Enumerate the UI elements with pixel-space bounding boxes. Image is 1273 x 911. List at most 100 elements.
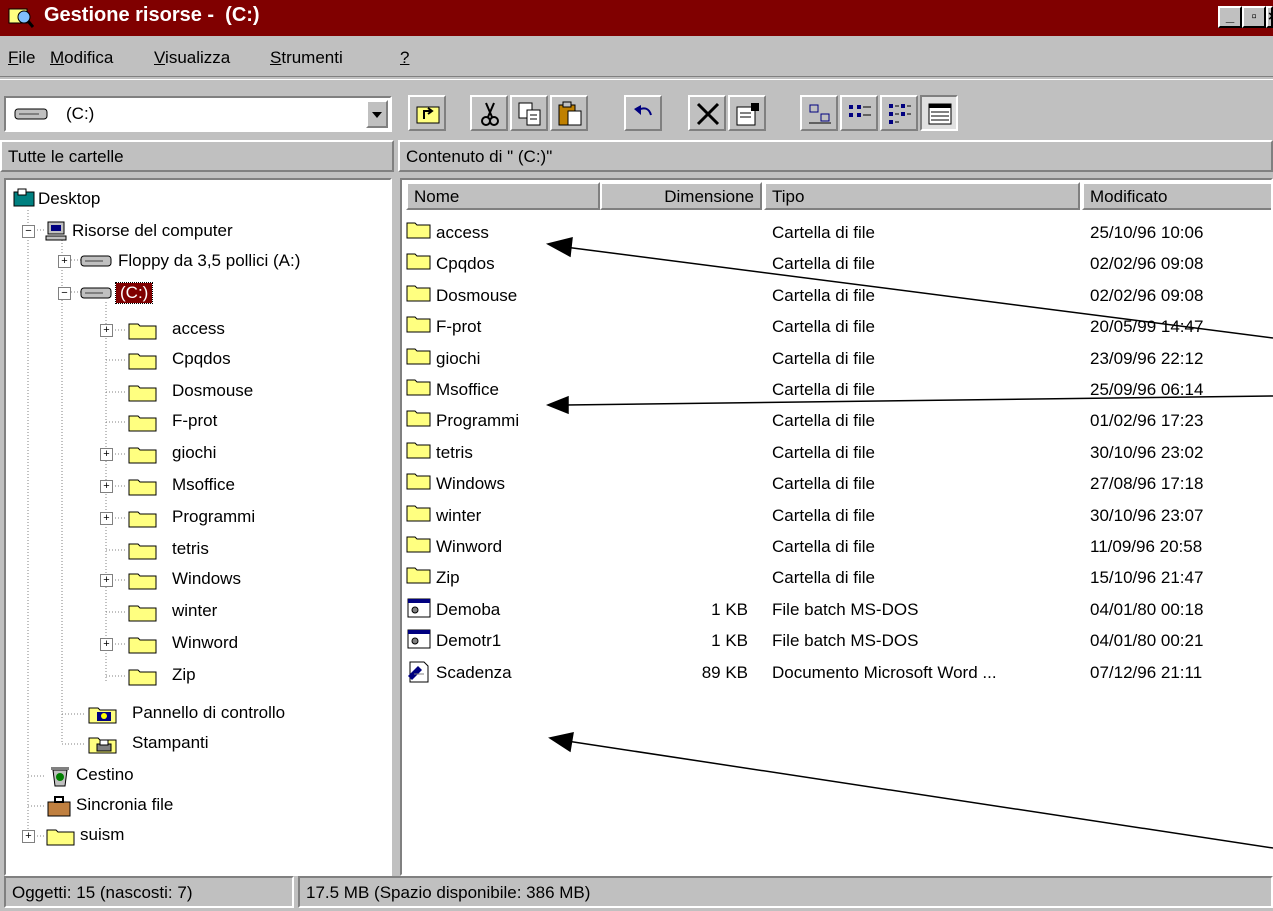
word-document-icon xyxy=(406,660,432,689)
file-row[interactable]: giochi Cartella di file 23/09/96 22:12 xyxy=(402,344,1271,372)
menu-visualizza[interactable]: Visualizza xyxy=(154,48,230,68)
file-row[interactable]: Programmi Cartella di file 01/02/96 17:23 xyxy=(402,406,1271,434)
list-view-button[interactable] xyxy=(880,95,918,131)
undo-button[interactable] xyxy=(624,95,662,131)
expand-icon[interactable]: + xyxy=(100,480,113,493)
collapse-icon[interactable]: − xyxy=(58,287,71,300)
folder-icon xyxy=(128,447,157,464)
file-type: Cartella di file xyxy=(772,474,875,494)
combo-dropdown-button[interactable] xyxy=(366,100,388,128)
file-name: tetris xyxy=(436,442,473,462)
file-row[interactable]: Winword Cartella di file 11/09/96 20:58 xyxy=(402,532,1271,560)
folder-icon xyxy=(406,471,432,496)
file-row[interactable]: winter Cartella di file 30/10/96 23:07 xyxy=(402,501,1271,529)
menu-modifica[interactable]: Modifica xyxy=(50,48,113,68)
cut-button[interactable] xyxy=(470,95,508,131)
expand-icon[interactable]: + xyxy=(100,448,113,461)
status-space: 17.5 MB (Spazio disponibile: 386 MB) xyxy=(298,876,1273,908)
folder-icon xyxy=(128,385,157,402)
file-modified: 30/10/96 23:02 xyxy=(1090,442,1204,462)
file-type: Cartella di file xyxy=(772,442,875,462)
file-type: File batch MS-DOS xyxy=(772,599,919,619)
file-row[interactable]: Demotr1 1 KB File batch MS-DOS 04/01/80 00:… xyxy=(402,626,1271,655)
file-row[interactable]: tetris Cartella di file 30/10/96 23:02 xyxy=(402,438,1271,466)
file-modified: 04/01/80 00:18 xyxy=(1090,599,1204,619)
delete-button[interactable] xyxy=(688,95,726,131)
folder-tree[interactable]: Desktop − Risorse del computer + Floppy … xyxy=(4,178,392,876)
hard-drive-icon xyxy=(14,108,48,120)
control-panel-icon xyxy=(88,707,117,724)
details-view-icon xyxy=(928,103,952,125)
drive-combo-value: (C:) xyxy=(66,104,95,123)
file-row[interactable]: Scadenza 89 KB Documento Microsoft Word ..… xyxy=(402,658,1271,689)
up-folder-icon xyxy=(416,106,440,124)
close-button[interactable]: × xyxy=(1266,6,1273,28)
file-modified: 04/01/80 00:21 xyxy=(1090,631,1204,651)
file-modified: 07/12/96 21:11 xyxy=(1090,662,1203,682)
paste-button[interactable] xyxy=(550,95,588,131)
file-row[interactable]: Zip Cartella di file 15/10/96 21:47 xyxy=(402,563,1271,591)
file-row[interactable]: Demoba 1 KB File batch MS-DOS 04/01/80 00:1… xyxy=(402,595,1271,623)
file-modified: 23/09/96 22:12 xyxy=(1090,348,1204,368)
large-icons-icon xyxy=(809,104,831,124)
title-bar[interactable]: Gestione risorse - (C:) _ ▫ × xyxy=(0,0,1273,36)
printers-icon xyxy=(88,737,117,754)
small-icons-view-button[interactable] xyxy=(840,95,878,131)
folder-icon xyxy=(406,283,432,308)
file-type: Cartella di file xyxy=(772,537,875,556)
collapse-icon[interactable]: − xyxy=(22,225,35,238)
floppy-drive-icon xyxy=(80,255,112,267)
file-type: Cartella di file xyxy=(772,317,875,337)
minimize-button[interactable]: _ xyxy=(1218,6,1242,28)
file-row[interactable]: F-prot Cartella di file 20/05/99 14:47 xyxy=(402,312,1271,340)
window-title: Gestione risorse - (C:) xyxy=(44,4,260,26)
file-row[interactable]: Windows Cartella di file 27/08/96 17:18 xyxy=(402,469,1271,497)
folder-icon xyxy=(128,511,157,528)
folder-icon xyxy=(128,573,157,590)
batch-file-icon xyxy=(406,628,432,655)
file-type: Cartella di file xyxy=(772,568,875,588)
expand-icon[interactable]: + xyxy=(100,324,113,337)
file-size: 89 KB xyxy=(701,662,748,682)
expand-icon[interactable]: + xyxy=(100,512,113,525)
tree-selected-label: (C:) xyxy=(114,282,154,304)
expand-icon[interactable]: + xyxy=(100,574,113,587)
details-view-button[interactable] xyxy=(920,95,958,131)
computer-icon xyxy=(45,221,67,241)
drive-combo[interactable]: (C:) xyxy=(4,96,392,132)
menu-strumenti[interactable]: Strumenti xyxy=(270,48,343,68)
column-header-size[interactable]: Dimensione xyxy=(600,182,762,210)
file-type: Documento Microsoft Word ... xyxy=(772,662,997,682)
file-row[interactable]: access Cartella di file 25/10/96 10:06 xyxy=(402,218,1271,246)
expand-icon[interactable]: + xyxy=(22,830,35,843)
file-name: Programmi xyxy=(436,411,520,431)
expand-icon[interactable]: + xyxy=(100,638,113,651)
large-icons-view-button[interactable] xyxy=(800,95,838,131)
folder-icon xyxy=(406,440,432,465)
copy-icon xyxy=(518,102,541,126)
file-list[interactable]: Nome Dimensione Tipo Modificato access Ca… xyxy=(400,178,1273,876)
folder-icon xyxy=(128,415,157,432)
properties-button[interactable] xyxy=(728,95,766,131)
file-type: Cartella di file xyxy=(772,380,875,399)
list-view-icon xyxy=(889,104,911,124)
folder-icon xyxy=(128,637,157,654)
file-name: giochi xyxy=(436,348,481,368)
file-size: 1 KB xyxy=(711,631,748,651)
column-header-type[interactable]: Tipo xyxy=(764,182,1080,210)
contents-panel-header: Contenuto di " (C:)" xyxy=(398,140,1273,172)
file-modified: 02/02/96 09:08 xyxy=(1090,285,1204,305)
file-row[interactable]: Msoffice Cartella di file 25/09/96 06:14 xyxy=(402,375,1271,403)
file-row[interactable]: Cpqdos Cartella di file 02/02/96 09:08 xyxy=(402,249,1271,277)
maximize-button[interactable]: ▫ xyxy=(1242,6,1266,28)
column-header-name[interactable]: Nome xyxy=(406,182,600,210)
column-header-modified[interactable]: Modificato xyxy=(1082,182,1271,210)
expand-icon[interactable]: + xyxy=(58,255,71,268)
menu-help[interactable]: ? xyxy=(400,48,409,68)
copy-button[interactable] xyxy=(510,95,548,131)
file-type: Cartella di file xyxy=(772,285,875,305)
file-row[interactable]: Dosmouse Cartella di file 02/02/96 09:08 xyxy=(402,281,1271,309)
menu-file[interactable]: File xyxy=(8,48,35,68)
up-folder-button[interactable] xyxy=(408,95,446,131)
file-name: Dosmouse xyxy=(436,285,518,305)
